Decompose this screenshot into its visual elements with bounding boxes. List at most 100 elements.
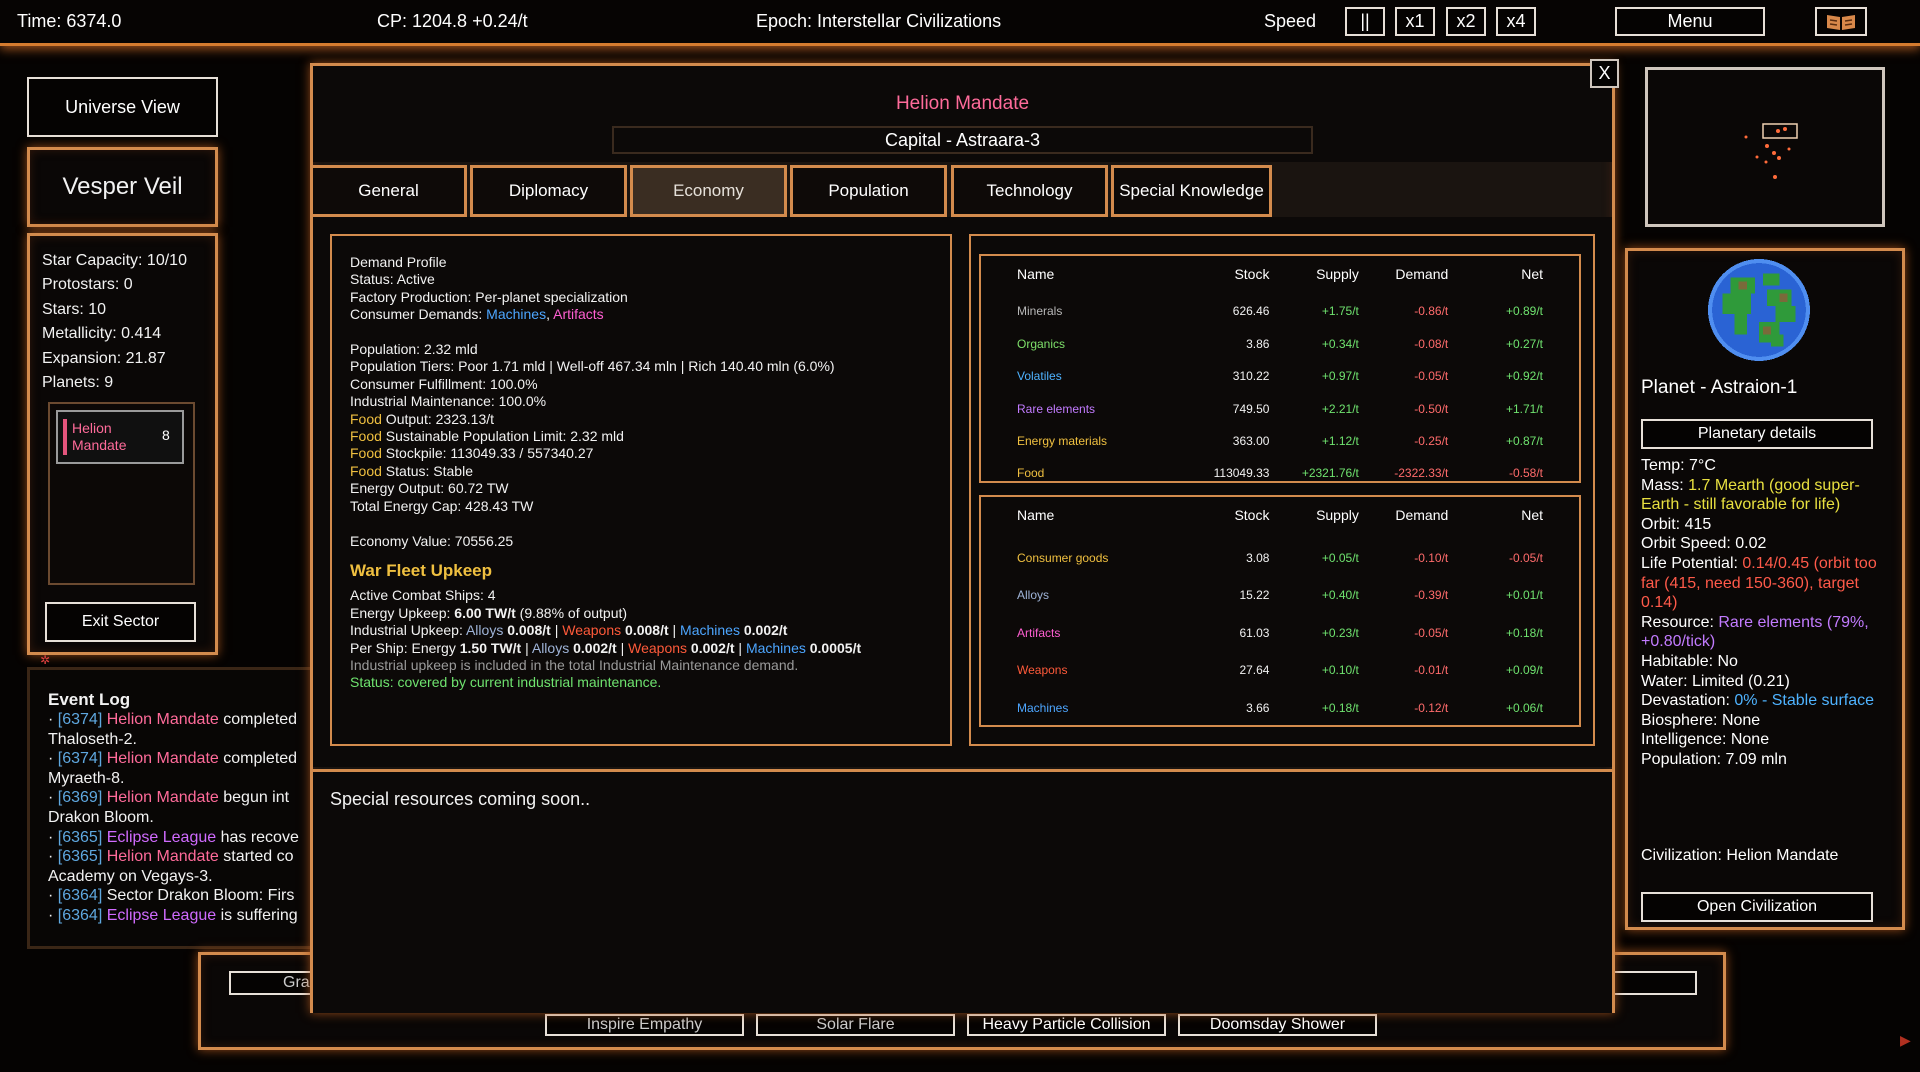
resource-row[interactable]: Organics 3.86 +0.34/t -0.08/t +0.27/t [1017,318,1543,351]
planet-water: Water: Limited (0.21) [1641,672,1790,690]
resource-row[interactable]: Consumer goods 3.08 +0.05/t -0.10/t -0.05/t [1017,527,1543,565]
table-header-row: Name Stock Supply Demand Net [1017,503,1543,527]
planet-devastation-value: 0% - Stable surface [1734,692,1875,710]
resource-net: +0.87/t [1505,433,1543,448]
event-time: [6364] [57,887,103,905]
tab-general[interactable]: General [310,165,467,217]
menu-button[interactable]: Menu [1615,7,1765,36]
sector-stats: Star Capacity: 10/10 Protostars: 0 Stars: … [42,249,187,395]
per-ship-label: Per Ship: Energy [350,639,460,656]
resource-row[interactable]: Artifacts 61.03 +0.23/t -0.05/t +0.18/t [1017,602,1543,640]
heavy-particle-collision-button[interactable]: Heavy Particle Collision [967,1014,1166,1036]
resource-name: Consumer goods [1017,550,1109,565]
column-header: Net [1521,266,1543,282]
civ-entry-name: Helion Mandate [72,420,127,453]
speed-x1-button[interactable]: x1 [1395,7,1435,36]
event-log-panel: Event Log · [6374] Helion Mandate comple… [27,667,327,949]
event-civ-link[interactable]: Eclipse League [107,907,216,924]
tab-technology[interactable]: Technology [951,165,1108,217]
universe-view-button[interactable]: Universe View [27,77,218,137]
doomsday-shower-button[interactable]: Doomsday Shower [1178,1014,1377,1036]
bullet: · [48,711,58,728]
resource-row[interactable]: Food 113049.33 +2321.76/t -2322.33/t -0.58/t [1017,448,1543,480]
column-header: Net [1521,507,1543,523]
codex-book-button[interactable] [1815,7,1867,36]
speed-x2-button[interactable]: x2 [1446,7,1486,36]
planet-globe-icon [1708,259,1810,361]
capital-label: Capital - Astraara-3 [612,126,1313,154]
inspire-empathy-button[interactable]: Inspire Empathy [545,1014,744,1036]
event-log-continuation: Thaloseth-2. [48,730,137,748]
tab-economy[interactable]: Economy [630,165,787,217]
resource-supply: +1.75/t [1321,304,1359,319]
resource-row[interactable]: Alloys 15.22 +0.40/t -0.39/t +0.01/t [1017,565,1543,603]
resource-row[interactable]: Minerals 626.46 +1.75/t -0.86/t +0.89/t [1017,286,1543,318]
event-civ-link[interactable]: Helion Mandate [107,711,219,728]
tab-special-knowledge[interactable]: Special Knowledge [1111,165,1272,217]
column-header: Name [1017,266,1055,282]
resource-row[interactable]: Rare elements 749.50 +2.21/t -0.50/t +1.71/t [1017,383,1543,416]
event-civ-link[interactable]: Helion Mandate [107,750,219,767]
event-time: [6365] [57,848,103,866]
sector-stat: Expansion: 21.87 [42,349,166,367]
tab-population[interactable]: Population [790,165,947,217]
separator: | [668,622,681,639]
sector-stat: Metallicity: 0.414 [42,325,162,343]
energy-upkeep-label: Energy Upkeep: [350,604,455,621]
event-civ-link[interactable]: Helion Mandate [107,789,219,806]
planet-title: Planet - Astraion-1 [1641,377,1798,398]
scroll-right-arrow-icon[interactable]: ▶ [1900,1032,1911,1049]
solar-flare-button[interactable]: Solar Flare [756,1014,955,1036]
demand-profile-heading: Demand Profile [350,254,447,270]
planetary-details-button[interactable]: Planetary details [1641,419,1873,449]
pause-button[interactable]: || [1345,7,1385,36]
resource-row[interactable]: Energy materials 363.00 +1.12/t -0.25/t +0.8… [1017,416,1543,448]
civ-color-swatch [63,419,67,455]
planet-resource: Resource: Rare elements (79%, +0.80/tick… [1641,613,1881,652]
sector-stat: Stars: 10 [42,300,107,318]
speed-x4-button[interactable]: x4 [1496,7,1536,36]
close-modal-button[interactable]: X [1590,59,1619,88]
minimap-star [1787,147,1791,151]
resources-panel: Name Stock Supply Demand Net Minerals 626.46 +1… [969,234,1595,746]
planet-life-potential: Life Potential: 0.14/0.45 (orbit too far… [1641,554,1881,613]
event-time: [6365] [57,828,103,846]
exit-sector-button[interactable]: Exit Sector [45,602,196,642]
resource-name: Organics [1017,336,1066,351]
secondary-resources-box: Name Stock Supply Demand Net Consumer goods 3.… [979,495,1581,727]
active-combat-ships: Active Combat Ships: 4 [350,587,496,604]
resource-stock: 3.08 [1246,550,1270,565]
top-bar: Time: 6374.0 CP: 1204.8 +0.24/t Epoch: I… [0,0,1920,46]
resource-net: +0.92/t [1505,369,1543,384]
resource-demand: -0.25/t [1414,433,1449,448]
planet-biosphere: Biosphere: None [1641,711,1761,729]
civ-name-title: Helion Mandate [895,93,1030,114]
resource-row[interactable]: Volatiles 310.22 +0.97/t -0.05/t +0.92/t [1017,351,1543,383]
open-civilization-button[interactable]: Open Civilization [1641,892,1873,922]
minimap-star [1772,151,1776,155]
tab-diplomacy[interactable]: Diplomacy [470,165,627,217]
resource-supply: +0.18/t [1321,700,1359,715]
iu-machines-value: 0.002/t [739,622,788,639]
special-resources-text: Special resources coming soon.. [330,789,591,809]
resource-name: Alloys [1017,588,1050,603]
bullet: · [48,887,58,905]
bullet: · [48,848,58,866]
civ-list-item[interactable]: Helion Mandate 8 [56,410,184,464]
bullet: · [48,750,58,768]
column-header: Supply [1316,507,1359,523]
event-civ-link[interactable]: Eclipse League [107,829,216,846]
resource-demand: -2322.33/t [1394,466,1449,481]
planet-resource-label: Resource: [1641,613,1719,631]
column-header: Demand [1395,507,1449,523]
resource-row[interactable]: Machines 3.66 +0.18/t -0.12/t +0.06/t [1017,677,1543,715]
minimap[interactable] [1645,67,1885,227]
sector-stat: Planets: 9 [42,374,114,392]
event-civ-link[interactable]: Helion Mandate [107,848,219,865]
consumer-demands-label: Consumer Demands: [350,306,487,323]
ps-machines-value: 0.0005/t [805,639,862,656]
column-header: Supply [1316,266,1359,282]
resource-row[interactable]: Weapons 27.64 +0.10/t -0.01/t +0.09/t [1017,640,1543,677]
event-log-continuation: Myraeth-8. [48,769,125,787]
